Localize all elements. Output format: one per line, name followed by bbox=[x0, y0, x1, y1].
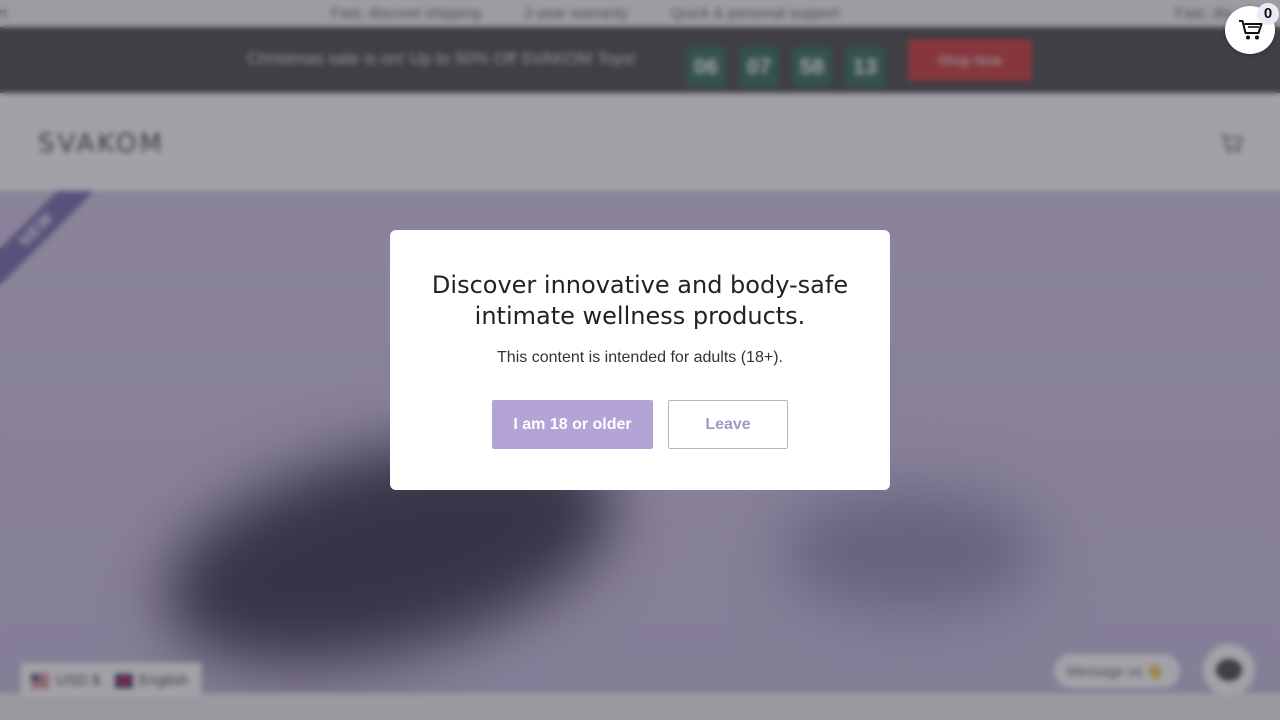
dialog-heading: Discover innovative and body-safe intima… bbox=[431, 271, 849, 330]
leave-button[interactable]: Leave bbox=[668, 400, 788, 449]
confirm-age-button[interactable]: I am 18 or older bbox=[492, 400, 653, 449]
age-verification-dialog: Discover innovative and body-safe intima… bbox=[390, 230, 890, 490]
floating-cart-button[interactable]: 0 bbox=[1225, 3, 1279, 54]
dialog-note: This content is intended for adults (18+… bbox=[497, 349, 783, 366]
cart-count-badge: 0 bbox=[1257, 3, 1279, 25]
